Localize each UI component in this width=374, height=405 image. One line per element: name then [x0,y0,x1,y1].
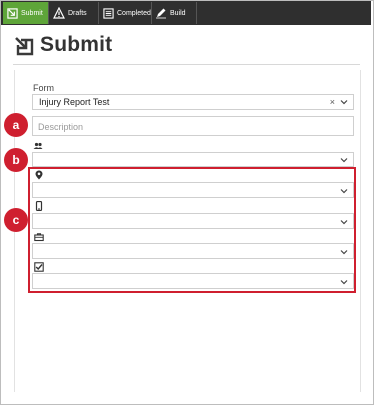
briefcase-icon [34,233,44,242]
tab-submit[interactable]: Submit [3,2,49,24]
page-title: Submit [40,33,113,56]
chevron-down-icon[interactable] [340,187,348,195]
tab-label: Drafts [68,9,87,17]
clear-icon[interactable]: × [330,97,335,107]
people-icon [33,142,43,149]
tab-build[interactable]: Build [152,2,197,24]
callout-c: c [4,208,28,232]
description-input[interactable]: Description [32,116,354,136]
chevron-down-icon[interactable] [340,156,348,164]
submit-title-icon [13,35,37,59]
assignee-select[interactable] [32,152,354,167]
mobile-device-icon [35,201,43,211]
chevron-down-icon[interactable] [340,278,348,286]
tab-bar: Submit Drafts Completed Build [1,1,371,25]
tab-completed[interactable]: Completed [99,2,152,24]
chevron-down-icon[interactable] [340,98,348,106]
form-select[interactable]: Injury Report Test × [32,94,354,110]
completed-icon [102,7,114,19]
chevron-down-icon[interactable] [340,248,348,256]
checkbox-icon [34,262,44,272]
checklist-select[interactable] [32,273,354,289]
title-divider [13,64,360,65]
form-selected-value: Injury Report Test [39,97,110,107]
chevron-down-icon[interactable] [340,218,348,226]
warning-icon [53,7,65,19]
tab-label: Completed [117,9,151,17]
device-select[interactable] [32,213,354,229]
tab-drafts[interactable]: Drafts [50,2,99,24]
category-select[interactable] [32,243,354,259]
callout-a: a [4,113,28,137]
callout-b: b [4,148,28,172]
location-select[interactable] [32,182,354,198]
location-pin-icon [35,170,43,180]
form-label: Form [33,83,54,93]
tab-label: Submit [21,9,43,17]
submit-icon [6,7,18,19]
pencil-icon [155,7,167,19]
description-placeholder: Description [38,122,84,132]
tab-label: Build [170,9,186,17]
